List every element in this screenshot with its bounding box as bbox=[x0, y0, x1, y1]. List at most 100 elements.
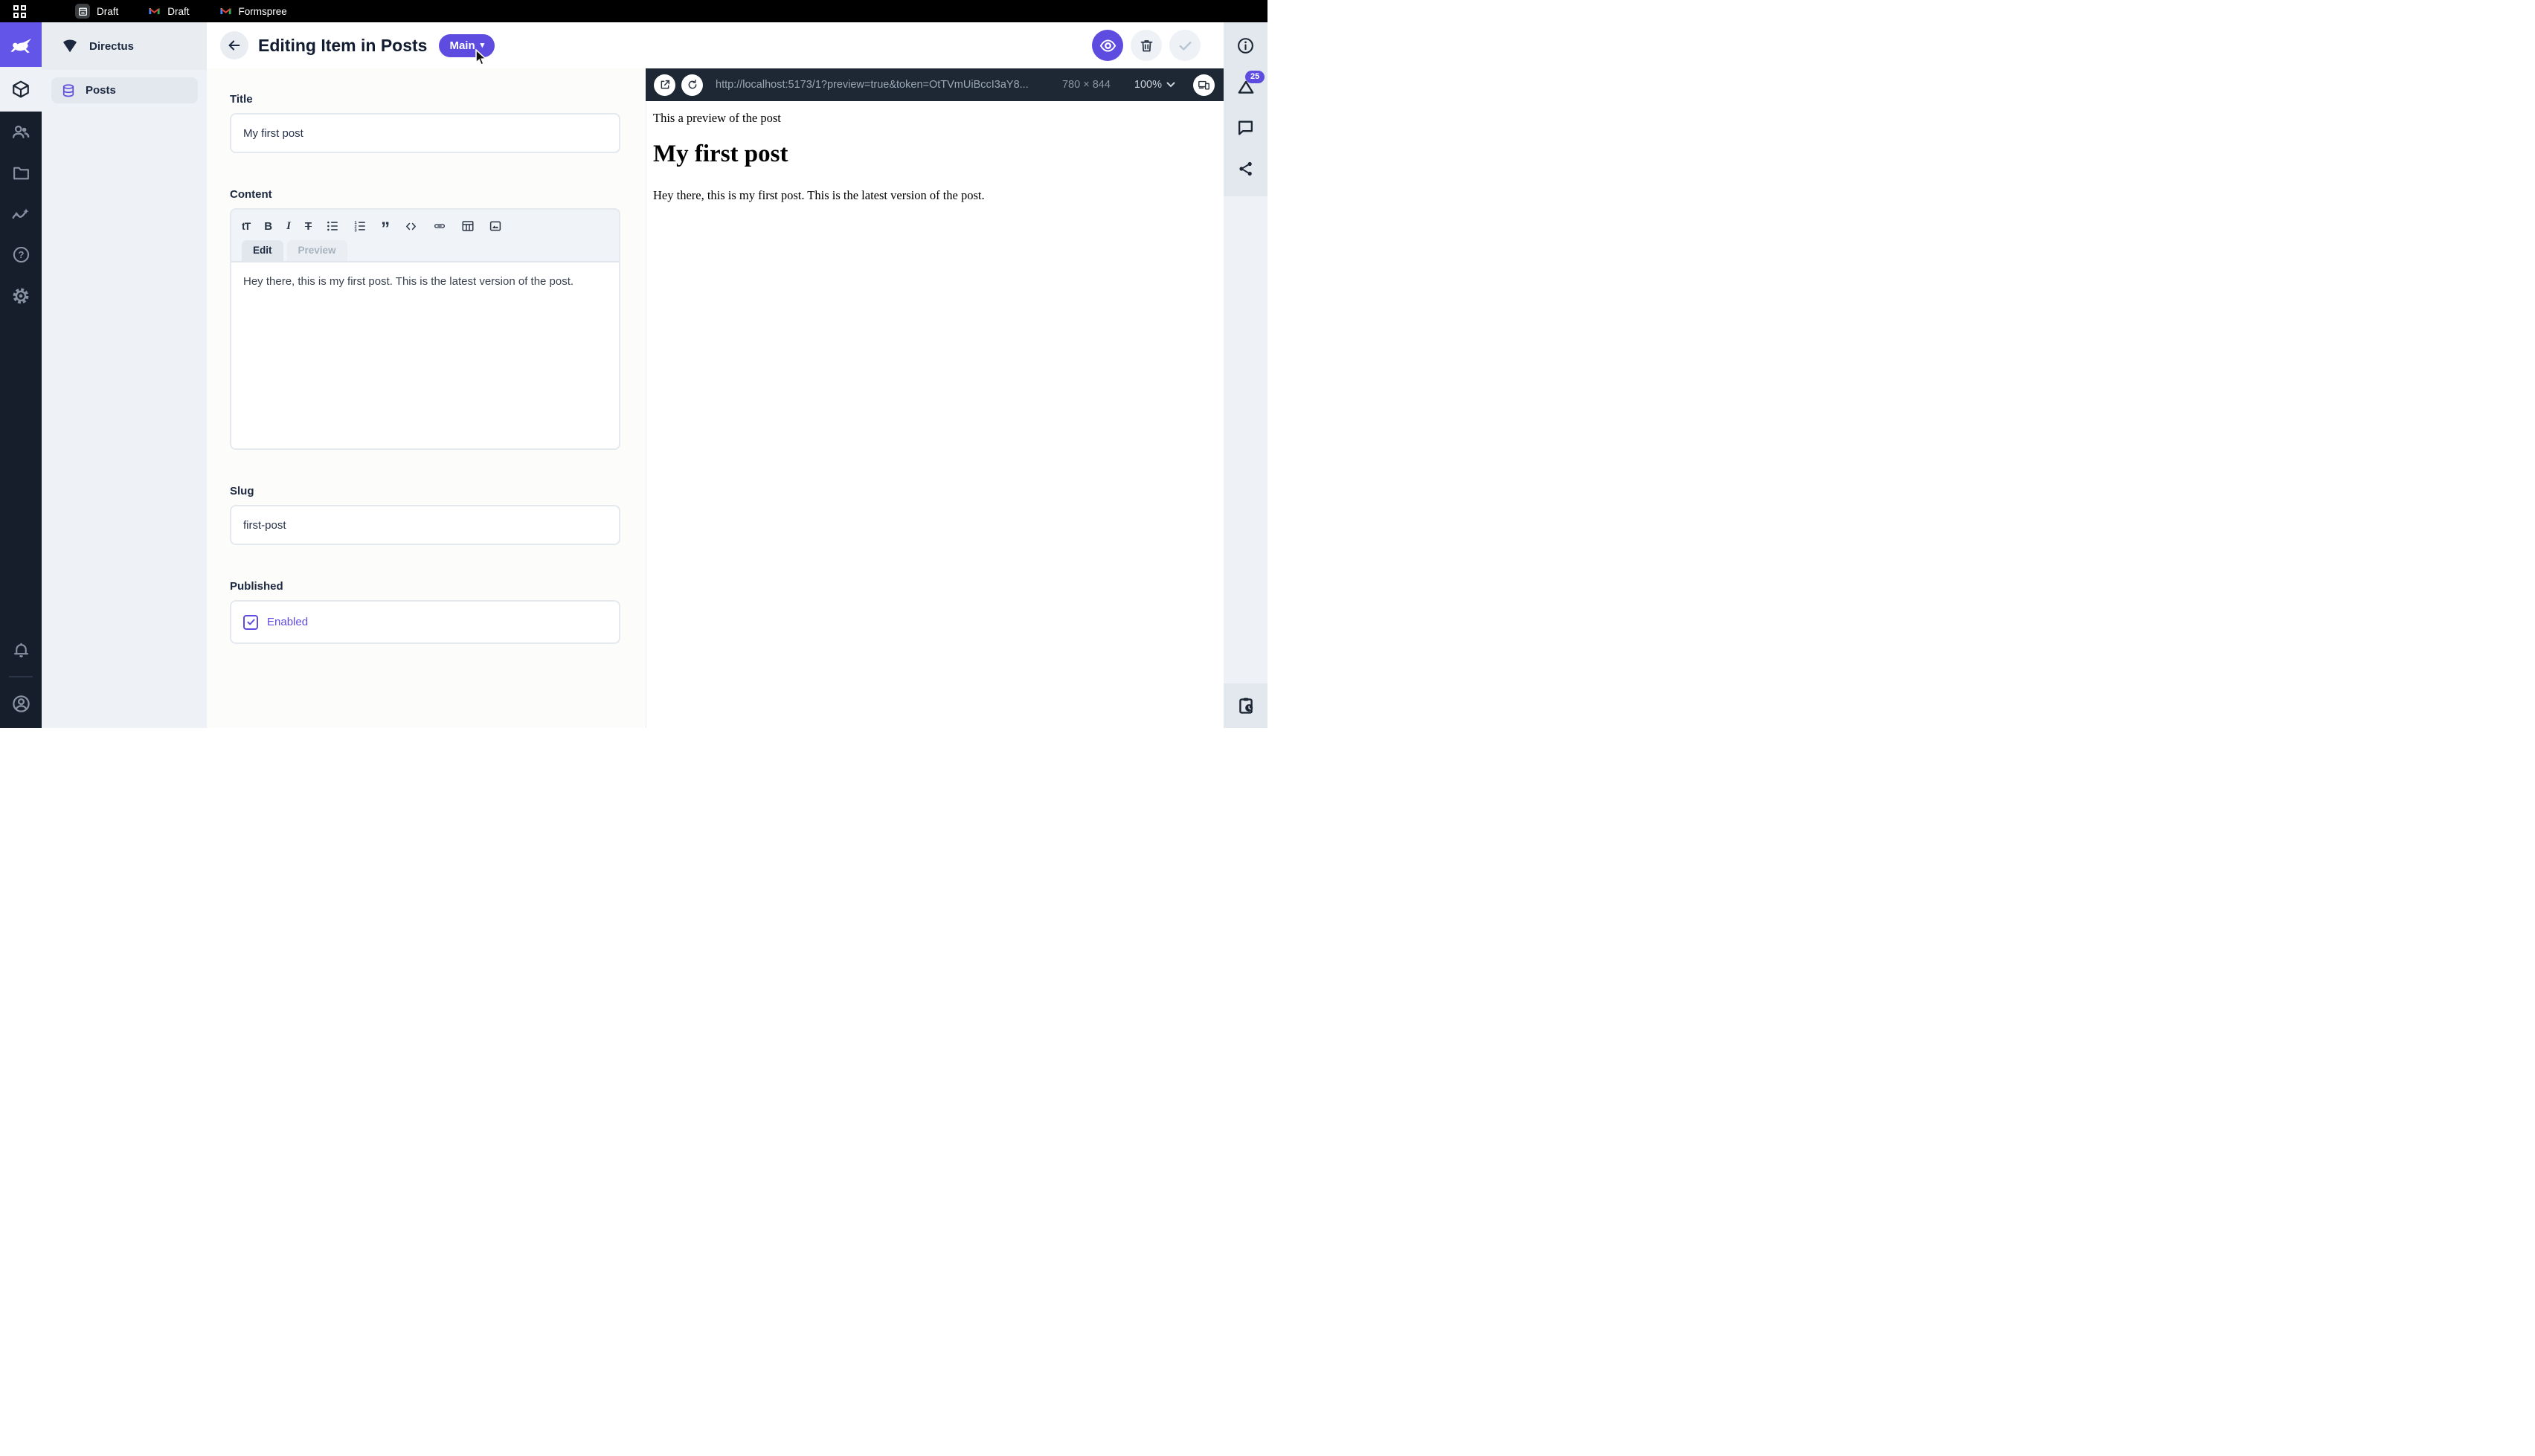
svg-text:31: 31 bbox=[80, 11, 85, 15]
code-icon[interactable] bbox=[404, 218, 418, 234]
screen: 31 Draft Draft Formspree bbox=[0, 0, 1268, 728]
module-bar-divider bbox=[9, 676, 33, 677]
right-sidebar: 25 bbox=[1224, 22, 1268, 728]
title-input[interactable] bbox=[230, 113, 620, 153]
preview-zoom-select[interactable]: 100% bbox=[1134, 79, 1175, 91]
numbered-list-icon[interactable]: 123 bbox=[353, 218, 367, 234]
eye-icon bbox=[1099, 37, 1117, 54]
sidebar-item-posts[interactable]: Posts bbox=[51, 77, 198, 103]
published-checkbox[interactable] bbox=[243, 615, 258, 630]
apps-grid-icon[interactable] bbox=[13, 5, 26, 18]
slug-label: Slug bbox=[230, 486, 620, 497]
svg-text:?: ? bbox=[18, 249, 24, 260]
open-in-new-button[interactable] bbox=[654, 74, 675, 96]
field-title: Title bbox=[230, 94, 620, 153]
module-bar: ? bbox=[0, 22, 42, 728]
field-slug: Slug bbox=[230, 486, 620, 545]
preview-paragraph: Hey there, this is my first post. This i… bbox=[653, 188, 1209, 203]
notifications-bell-icon[interactable] bbox=[0, 630, 42, 670]
content-label: Content bbox=[230, 189, 620, 201]
arrow-left-icon bbox=[226, 37, 242, 54]
tab-label: Draft bbox=[97, 6, 118, 17]
info-icon bbox=[1236, 36, 1255, 55]
save-button[interactable] bbox=[1169, 30, 1201, 61]
project-name: Directus bbox=[89, 40, 134, 53]
published-label: Published bbox=[230, 581, 620, 593]
chevron-down-icon: ▾ bbox=[481, 42, 485, 50]
published-boolean-field: Enabled bbox=[230, 600, 620, 644]
chevron-down-icon bbox=[1166, 82, 1175, 88]
right-rail-spacer bbox=[1224, 196, 1268, 683]
project-logo-icon bbox=[61, 37, 79, 55]
image-icon[interactable] bbox=[489, 218, 502, 234]
tab-label: Draft bbox=[167, 6, 189, 17]
browser-tab-gmail-draft[interactable]: Draft bbox=[148, 4, 189, 19]
preview-document: This a preview of the post My first post… bbox=[646, 101, 1224, 728]
main-area: Editing Item in Posts Main ▾ bbox=[207, 22, 1224, 728]
calendar-icon: 31 bbox=[75, 4, 90, 19]
tab-label: Formspree bbox=[239, 6, 287, 17]
sidebar: Directus Posts bbox=[42, 22, 207, 728]
share-icon bbox=[1237, 160, 1255, 178]
back-button[interactable] bbox=[220, 31, 248, 59]
strikethrough-icon[interactable]: T bbox=[305, 218, 312, 234]
shares-sidebar-button[interactable] bbox=[1224, 148, 1268, 189]
field-published: Published Enabled bbox=[230, 581, 620, 644]
flows-clipboard-button[interactable] bbox=[1224, 683, 1268, 728]
module-files[interactable] bbox=[0, 152, 42, 193]
module-insights[interactable] bbox=[0, 193, 42, 234]
live-preview-panel: http://localhost:5173/1?preview=true&tok… bbox=[646, 68, 1224, 728]
title-label: Title bbox=[230, 94, 620, 106]
revision-count-badge: 25 bbox=[1245, 71, 1265, 83]
gmail-icon bbox=[148, 5, 161, 17]
blockquote-icon[interactable]: ” bbox=[381, 218, 390, 234]
preview-intro-text: This a preview of the post bbox=[653, 111, 1209, 126]
directus-rabbit-logo[interactable] bbox=[0, 22, 42, 67]
table-icon[interactable] bbox=[461, 218, 475, 234]
browser-tab-calendar-draft[interactable]: 31 Draft bbox=[75, 4, 118, 19]
project-header[interactable]: Directus bbox=[42, 22, 207, 70]
browser-tab-formspree[interactable]: Formspree bbox=[219, 4, 287, 19]
refresh-button[interactable] bbox=[681, 74, 703, 96]
preview-url[interactable]: http://localhost:5173/1?preview=true&tok… bbox=[716, 79, 1056, 91]
info-sidebar-button[interactable] bbox=[1224, 25, 1268, 66]
trash-icon bbox=[1139, 38, 1154, 54]
content-textarea[interactable]: Hey there, this is my first post. This i… bbox=[231, 262, 619, 448]
database-icon bbox=[61, 83, 76, 98]
editor-toolbar: tT B I T 123 bbox=[231, 210, 619, 262]
bulleted-list-icon[interactable] bbox=[326, 218, 339, 234]
module-content[interactable] bbox=[0, 67, 42, 112]
preview-toggle-button[interactable] bbox=[1092, 30, 1123, 61]
clipboard-clock-icon bbox=[1236, 696, 1256, 715]
module-help[interactable]: ? bbox=[0, 234, 42, 275]
responsive-mode-button[interactable] bbox=[1193, 74, 1215, 96]
preview-heading: My first post bbox=[653, 141, 1209, 168]
sidebar-item-label: Posts bbox=[86, 84, 116, 97]
module-users[interactable] bbox=[0, 112, 42, 152]
check-icon bbox=[1177, 37, 1194, 54]
browser-tab-bar: 31 Draft Draft Formspree bbox=[0, 0, 1268, 22]
gmail-icon bbox=[219, 5, 232, 17]
check-icon bbox=[246, 617, 256, 627]
open-in-new-icon bbox=[659, 79, 671, 91]
version-label: Main bbox=[449, 39, 475, 52]
module-settings-gear-icon[interactable] bbox=[0, 275, 42, 316]
link-icon[interactable] bbox=[432, 218, 447, 234]
tab-edit[interactable]: Edit bbox=[242, 240, 283, 261]
comment-bubble-icon bbox=[1236, 118, 1255, 137]
devices-icon bbox=[1198, 79, 1210, 91]
italic-icon[interactable]: I bbox=[286, 218, 291, 234]
delete-button[interactable] bbox=[1131, 30, 1162, 61]
slug-input[interactable] bbox=[230, 505, 620, 545]
refresh-icon bbox=[687, 79, 698, 91]
markdown-editor: tT B I T 123 bbox=[230, 208, 620, 450]
preview-dimensions: 780 × 844 bbox=[1062, 79, 1111, 91]
format-size-icon[interactable]: tT bbox=[242, 218, 250, 234]
user-avatar[interactable] bbox=[0, 683, 42, 724]
bold-icon[interactable]: B bbox=[264, 218, 272, 234]
revisions-sidebar-button[interactable]: 25 bbox=[1224, 66, 1268, 107]
version-dropdown-button[interactable]: Main ▾ bbox=[439, 34, 495, 57]
tab-preview[interactable]: Preview bbox=[287, 240, 347, 261]
page-header: Editing Item in Posts Main ▾ bbox=[207, 22, 1224, 68]
comments-sidebar-button[interactable] bbox=[1224, 107, 1268, 148]
